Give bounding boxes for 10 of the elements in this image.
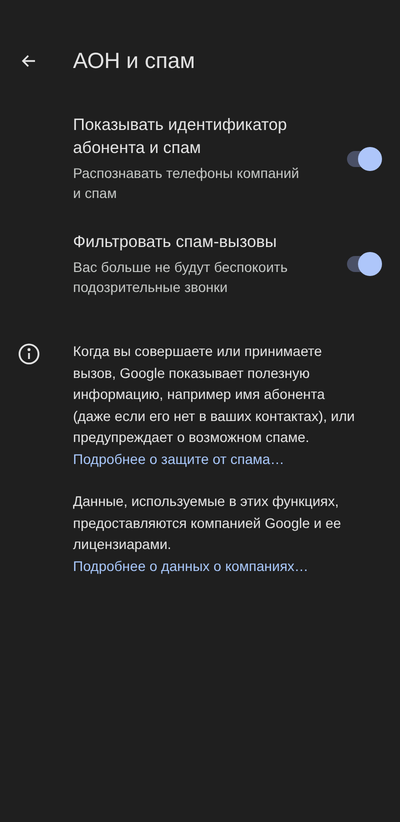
setting-title: Фильтровать спам-вызовы bbox=[73, 232, 278, 253]
info-paragraph: Когда вы совершаете или принимаете вызов, Google показывает полезную информацию, например имя абонента (даже если его нет в ваших контактах), или предупреждает о возможном спаме. Подробнее о защите от спама… bbox=[73, 342, 356, 469]
setting-description: Распознавать телефоны компаний и спам bbox=[73, 164, 300, 203]
screen-title: АОН и спам bbox=[73, 48, 195, 74]
setting-title: Показывать идентификатор абонента и спам bbox=[73, 115, 288, 159]
info-icon bbox=[18, 343, 40, 365]
learn-more-link[interactable]: Подробнее о защите от спама… bbox=[73, 450, 284, 466]
setting-description: Вас больше не будут беспокоить подозрительные звонки bbox=[73, 258, 289, 297]
info-paragraph: Данные, используемые в этих функциях, предоставляются компанией Google и ее лицензиарами. Подробнее о данных о компаниях… bbox=[73, 492, 342, 576]
learn-more-link[interactable]: Подробнее о данных о компаниях… bbox=[73, 558, 308, 574]
